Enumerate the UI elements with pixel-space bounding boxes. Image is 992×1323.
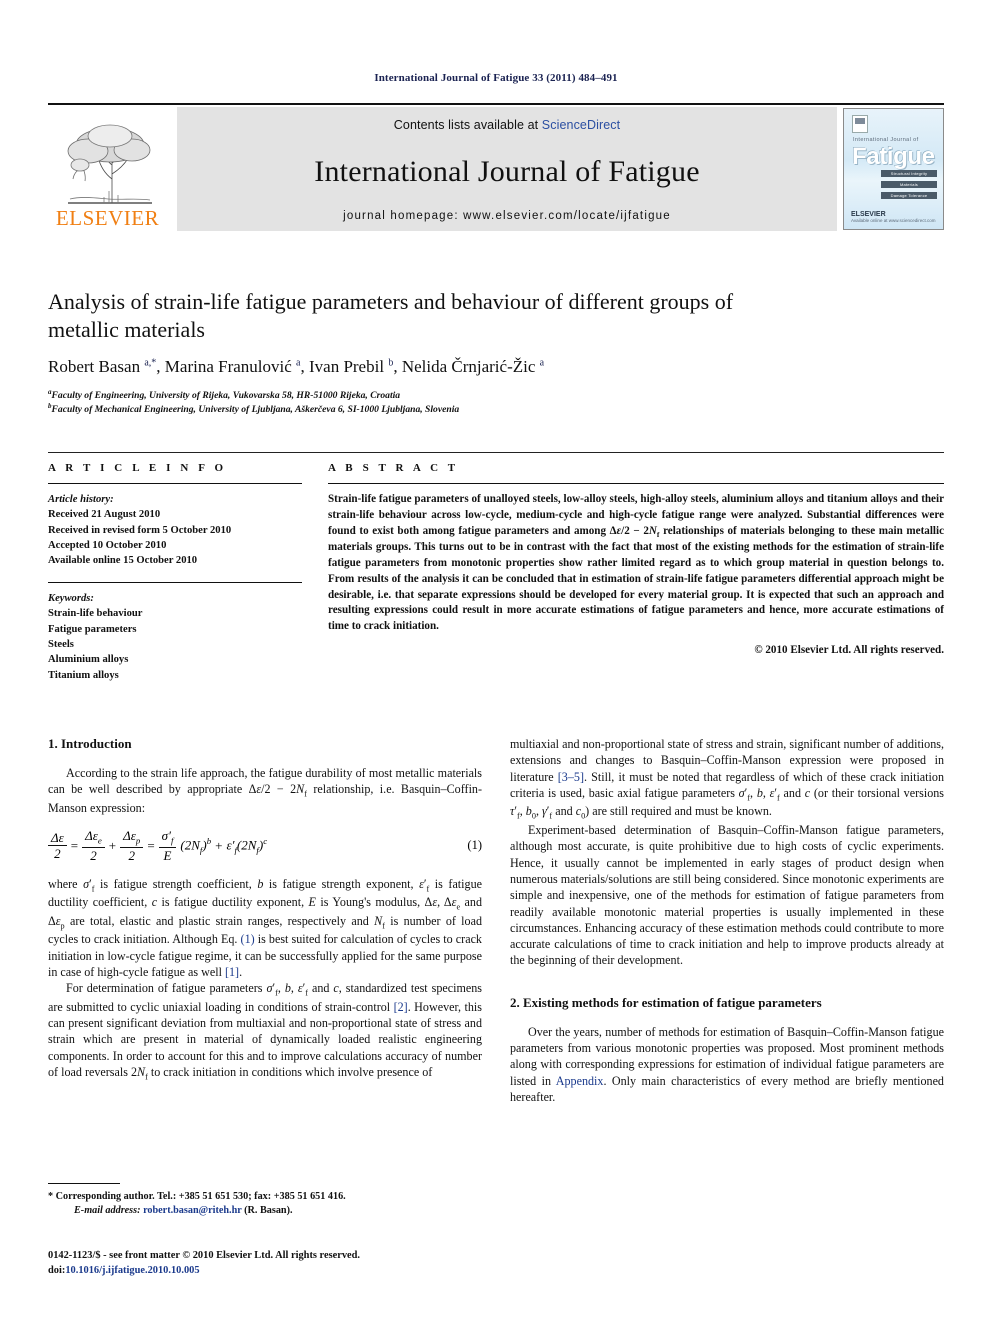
abstract-text: Strain-life fatigue parameters of unallo… bbox=[328, 493, 944, 633]
cover-elsevier-mark-icon bbox=[852, 115, 868, 133]
keyword-item: Fatigue parameters bbox=[48, 623, 137, 635]
article-history-item: Available online 15 October 2010 bbox=[48, 555, 198, 567]
intro-paragraph-1: According to the strain life approach, t… bbox=[48, 766, 483, 815]
contents-prefix: Contents lists available at bbox=[393, 118, 542, 132]
cover-topic-bars: Structural Integrity Materials Damage To… bbox=[881, 170, 937, 203]
elsevier-logo: ELSEVIER bbox=[48, 107, 167, 231]
body-columns: 1. Introduction According to the strain … bbox=[48, 736, 944, 1105]
journal-band: Contents lists available at ScienceDirec… bbox=[177, 107, 837, 231]
article-history-item: Accepted 10 October 2010 bbox=[48, 540, 167, 552]
keyword-item: Steels bbox=[48, 638, 74, 650]
article-info-heading: A R T I C L E I N F O bbox=[48, 462, 227, 474]
intro-paragraph-4: multiaxial and non-proportional state of… bbox=[510, 737, 944, 821]
body-column-right: multiaxial and non-proportional state of… bbox=[510, 736, 944, 1105]
cover-footer: ELSEVIER Available online at www.scienced… bbox=[851, 211, 935, 223]
journal-cover-thumbnail: International Journal of Fatigue Structu… bbox=[843, 108, 944, 230]
elsevier-tree-icon bbox=[67, 124, 152, 204]
page-footer: 0142-1123/$ - see front matter © 2010 El… bbox=[48, 1248, 508, 1278]
cover-footer-brand: ELSEVIER bbox=[851, 211, 886, 218]
abstract-column: A B S T R A C T Strain-life fatigue para… bbox=[320, 462, 944, 683]
section-heading-existing-methods: 2. Existing methods for estimation of fa… bbox=[510, 994, 822, 1010]
page-title: Analysis of strain-life fatigue paramete… bbox=[48, 289, 734, 343]
article-info-column: A R T I C L E I N F O Article history: R… bbox=[48, 462, 320, 683]
journal-homepage-link[interactable]: journal homepage: www.elsevier.com/locat… bbox=[343, 210, 671, 222]
affiliation-a: aFaculty of Engineering, University of R… bbox=[48, 387, 401, 401]
article-history-item: Received 21 August 2010 bbox=[48, 509, 161, 521]
keywords-label: Keywords: bbox=[48, 592, 94, 604]
sciencedirect-link[interactable]: ScienceDirect bbox=[542, 118, 620, 132]
running-head: International Journal of Fatigue 33 (201… bbox=[374, 72, 618, 84]
author-list: Robert Basan a,*, Marina Franulović a, I… bbox=[48, 357, 545, 377]
corresponding-author-footnote: * Corresponding author. Tel.: +385 51 65… bbox=[48, 1183, 482, 1219]
divider-above-info bbox=[48, 452, 944, 453]
footnote-rule bbox=[48, 1183, 120, 1184]
cover-title: Fatigue bbox=[852, 143, 935, 170]
article-info-rule bbox=[48, 483, 302, 484]
corresponding-author-line: * Corresponding author. Tel.: +385 51 65… bbox=[48, 1191, 346, 1202]
equation-1-number: (1) bbox=[467, 838, 482, 853]
body-column-left: 1. Introduction According to the strain … bbox=[48, 736, 482, 1105]
existing-methods-paragraph-1: Over the years, number of methods for es… bbox=[510, 1024, 944, 1105]
title-block: Analysis of strain-life fatigue paramete… bbox=[48, 288, 944, 416]
cover-footer-note: Available online at www.sciencedirect.co… bbox=[851, 218, 936, 223]
keywords-group: Keywords: Strain-life behaviour Fatigue … bbox=[48, 591, 302, 683]
keyword-item: Strain-life behaviour bbox=[48, 608, 143, 620]
keyword-item: Titanium alloys bbox=[48, 669, 119, 681]
article-history-label: Article history: bbox=[48, 494, 114, 505]
intro-paragraph-3: For determination of fatigue parameters … bbox=[48, 981, 482, 1082]
cover-bar-item: Materials bbox=[881, 181, 937, 188]
journal-masthead: ELSEVIER Contents lists available at Sci… bbox=[48, 103, 944, 231]
journal-title: International Journal of Fatigue bbox=[314, 155, 700, 188]
affiliation-b-text: Faculty of Mechanical Engineering, Unive… bbox=[51, 404, 460, 416]
affiliation-b: bFaculty of Mechanical Engineering, Univ… bbox=[48, 401, 460, 416]
abstract-rule bbox=[328, 483, 944, 484]
abstract-heading: A B S T R A C T bbox=[328, 462, 459, 474]
cover-bar-item: Damage Tolerance bbox=[881, 192, 937, 199]
keyword-item: Aluminium alloys bbox=[48, 654, 129, 666]
paper-page: International Journal of Fatigue 33 (201… bbox=[0, 0, 992, 1323]
article-history-item: Received in revised form 5 October 2010 bbox=[48, 524, 232, 536]
intro-paragraph-5: Experiment-based determination of Basqui… bbox=[510, 822, 944, 968]
doi-line: doi:10.1016/j.ijfatigue.2010.10.005 bbox=[48, 1265, 200, 1277]
equation-1: Δε 2 = Δεe 2 + Δεp 2 = σ′f E (2Nf)b + ε′f(2N… bbox=[48, 829, 267, 863]
cover-bar-item: Structural Integrity bbox=[881, 170, 937, 177]
contents-available-line: Contents lists available at ScienceDirec… bbox=[394, 118, 620, 132]
elsevier-wordmark: ELSEVIER bbox=[55, 206, 160, 230]
equation-1-row: Δε 2 = Δεe 2 + Δεp 2 = σ′f E (2Nf)b + ε′f(2N… bbox=[48, 829, 482, 863]
corresponding-author-email-line: E-mail address: robert.basan@riteh.hr (R… bbox=[74, 1205, 293, 1217]
section-heading-introduction: 1. Introduction bbox=[48, 736, 132, 751]
issn-front-matter-line: 0142-1123/$ - see front matter © 2010 El… bbox=[48, 1250, 361, 1261]
intro-paragraph-2: where σ′f is fatigue strength coefficien… bbox=[48, 876, 483, 979]
keywords-rule bbox=[48, 581, 302, 583]
affiliation-a-text: Faculty of Engineering, University of Ri… bbox=[51, 389, 401, 401]
article-history-group: Article history: Received 21 August 2010… bbox=[48, 492, 302, 569]
abstract-copyright: © 2010 Elsevier Ltd. All rights reserved… bbox=[754, 643, 944, 656]
info-abstract-region: A R T I C L E I N F O Article history: R… bbox=[48, 462, 944, 683]
